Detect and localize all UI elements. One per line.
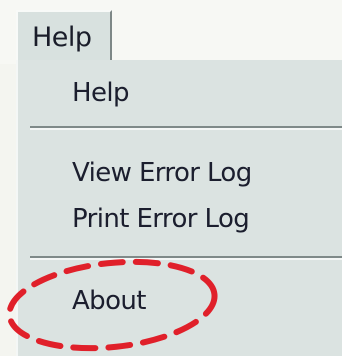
menu-item-help[interactable]: Help [72,78,129,108]
menu-item-print-error-log[interactable]: Print Error Log [72,204,250,234]
menu-bar: Help [0,0,342,64]
menu-item-view-error-log[interactable]: View Error Log [72,158,252,188]
menu-separator [30,256,342,260]
screenshot: Help Help View Error Log Print Error Log… [0,0,342,356]
help-dropdown-menu: Help View Error Log Print Error Log Abou… [16,60,342,356]
menu-help[interactable]: Help [16,10,112,60]
menu-help-label: Help [32,22,92,53]
menu-item-about[interactable]: About [72,286,146,316]
menu-separator [30,126,342,130]
